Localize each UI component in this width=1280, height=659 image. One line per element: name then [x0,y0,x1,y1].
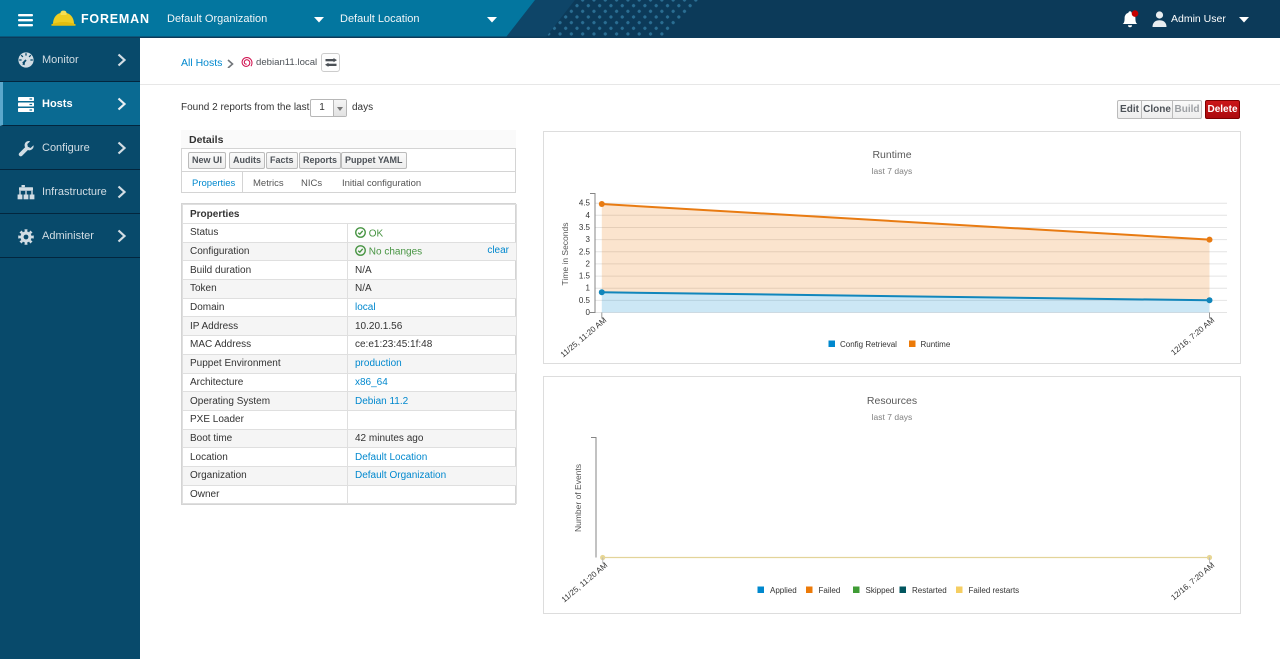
svg-text:Time in Seconds: Time in Seconds [560,223,570,286]
svg-text:0: 0 [586,308,591,317]
svg-text:11/25, 11:20 AM: 11/25, 11:20 AM [560,560,610,604]
svg-text:Failed: Failed [819,586,841,595]
svg-text:1.5: 1.5 [579,272,591,281]
svg-text:Config Retrieval: Config Retrieval [840,340,897,349]
svg-text:0.5: 0.5 [579,296,591,305]
svg-text:11/25, 11:20 AM: 11/25, 11:20 AM [559,315,609,359]
svg-text:Number of Events: Number of Events [573,464,583,532]
svg-text:12/16, 7:20 AM: 12/16, 7:20 AM [1169,315,1216,357]
svg-text:Skipped: Skipped [866,586,895,595]
svg-text:last 7 days: last 7 days [872,412,913,422]
svg-text:last 7 days: last 7 days [872,166,913,176]
svg-text:Resources: Resources [867,395,917,407]
svg-text:1: 1 [586,284,591,293]
svg-text:2: 2 [586,259,591,268]
svg-text:2.5: 2.5 [579,247,591,256]
svg-text:Failed restarts: Failed restarts [969,586,1020,595]
svg-text:Runtime: Runtime [872,149,911,161]
svg-text:4.5: 4.5 [579,199,591,208]
svg-text:12/16, 7:20 AM: 12/16, 7:20 AM [1169,560,1216,602]
svg-text:3.5: 3.5 [579,223,591,232]
svg-text:3: 3 [586,235,591,244]
svg-text:Runtime: Runtime [921,340,951,349]
svg-text:Restarted: Restarted [912,586,947,595]
svg-text:Applied: Applied [770,586,797,595]
svg-text:4: 4 [586,211,591,220]
